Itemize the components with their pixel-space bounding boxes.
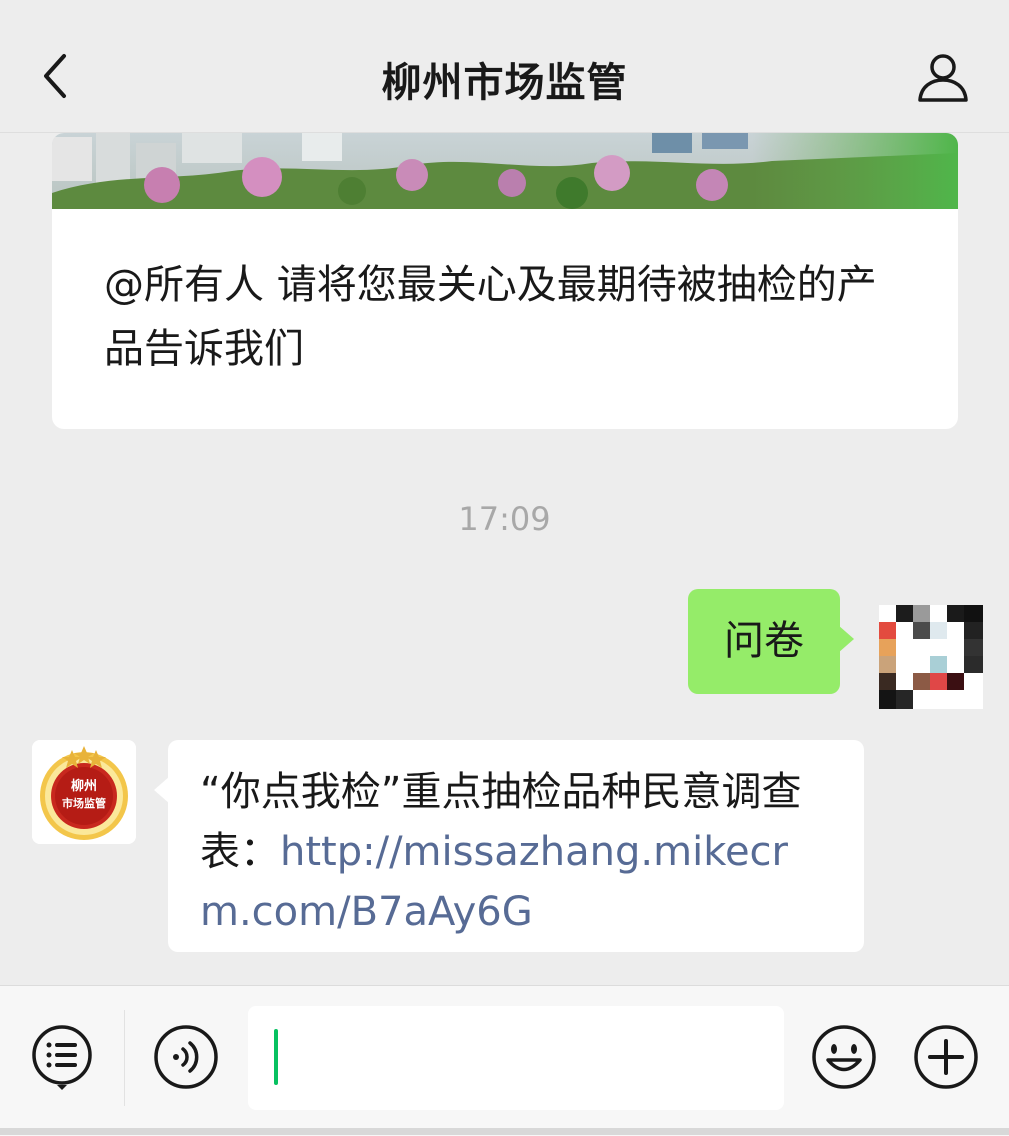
message-input[interactable]	[248, 1006, 784, 1110]
home-indicator-strip	[0, 1128, 1009, 1135]
org-avatar-line2: 市场监管	[62, 796, 106, 810]
article-title: @所有人 请将您最关心及最期待被抽检的产品告诉我们	[104, 262, 877, 372]
article-card[interactable]: @所有人 请将您最关心及最期待被抽检的产品告诉我们	[52, 133, 958, 429]
voice-icon[interactable]	[152, 1023, 220, 1091]
plus-circle-icon[interactable]	[912, 1023, 980, 1091]
chat-input-bar	[0, 985, 1009, 1136]
user-avatar[interactable]	[879, 605, 983, 709]
org-avatar-logo[interactable]: 柳州 市场监管	[32, 740, 136, 844]
survey-link[interactable]: http://missazhang.mikecrm.com/B7aAy6G	[200, 829, 788, 935]
received-message-bubble[interactable]: “你点我检”重点抽检品种民意调查表：http://missazhang.mike…	[154, 740, 864, 952]
text-cursor	[274, 1029, 278, 1085]
person-icon[interactable]	[915, 50, 971, 106]
chat-title: 柳州市场监管	[381, 60, 628, 106]
emoji-icon[interactable]	[810, 1023, 878, 1091]
article-banner-image	[52, 133, 958, 209]
message-timestamp: 17:09	[458, 500, 551, 538]
org-avatar-line1: 柳州	[71, 778, 97, 794]
list-menu-icon[interactable]	[28, 1023, 96, 1091]
navigation-bar: 柳州市场监管	[0, 0, 1009, 133]
sent-message-bubble[interactable]: 问卷	[688, 589, 854, 694]
input-divider	[124, 1010, 125, 1106]
